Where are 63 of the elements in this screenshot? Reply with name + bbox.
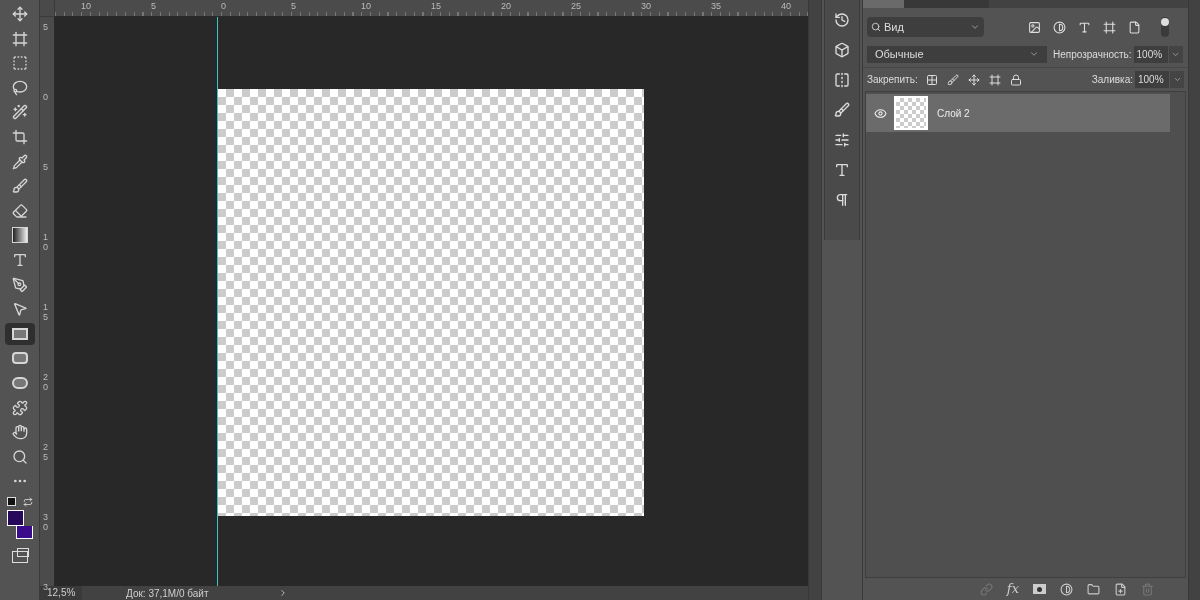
sliders-icon[interactable] xyxy=(834,132,850,148)
half-circle-icon[interactable] xyxy=(1053,20,1066,34)
ruler-label: 35 xyxy=(711,1,721,11)
brush-lock-icon[interactable] xyxy=(946,73,959,86)
foreground-color-swatch[interactable] xyxy=(6,509,24,526)
ruler-label: 0 xyxy=(221,1,226,11)
ruler-label: 30 xyxy=(43,512,49,532)
opacity-label: Непрозрачность: xyxy=(1053,47,1132,62)
type-icon[interactable] xyxy=(834,162,850,178)
type-icon[interactable] xyxy=(1078,20,1091,34)
mask-icon[interactable] xyxy=(1033,584,1046,594)
fill-label: Заливка: xyxy=(1091,73,1133,87)
eye-icon[interactable] xyxy=(873,106,887,120)
move-lock-icon[interactable] xyxy=(967,73,980,86)
image-icon[interactable] xyxy=(1028,20,1041,34)
ruler-label: 10 xyxy=(361,1,371,11)
ruler-label: 5 xyxy=(291,1,296,11)
file-icon[interactable] xyxy=(1128,20,1141,34)
history-icon[interactable] xyxy=(834,12,850,28)
layer-row[interactable]: Слой 2 xyxy=(866,94,1170,132)
pilcrow-icon[interactable] xyxy=(834,192,850,208)
chevron-right-icon[interactable] xyxy=(278,588,288,598)
lock-icon[interactable] xyxy=(1009,73,1022,86)
ruler-label: 10 xyxy=(43,232,49,252)
ruler-label: 30 xyxy=(641,1,651,11)
ruler-label: 15 xyxy=(43,302,49,322)
ruler-label: 5 xyxy=(43,162,49,172)
background-color-swatch[interactable] xyxy=(15,525,33,539)
ruler-label: 0 xyxy=(43,92,49,102)
half-circle-icon[interactable] xyxy=(1060,582,1073,596)
document-info: Док: 37,1M/0 байт xyxy=(126,586,210,600)
layer-name: Слой 2 xyxy=(937,106,970,121)
new-layer-icon[interactable] xyxy=(1114,582,1127,596)
ruler-label: 20 xyxy=(43,372,49,392)
layer-thumbnail xyxy=(894,96,928,130)
chevron-down-icon xyxy=(970,22,980,32)
checker-lock-icon[interactable] xyxy=(925,73,938,86)
effects-button[interactable]: fx xyxy=(1006,579,1019,599)
chevron-down-icon xyxy=(1029,49,1039,59)
ruler-label: 20 xyxy=(501,1,511,11)
search-icon xyxy=(871,22,881,32)
filter-toggle[interactable] xyxy=(1161,17,1169,37)
rectangle-icon[interactable] xyxy=(4,322,35,345)
ruler-label: 5 xyxy=(43,22,49,32)
ruler-label: 10 xyxy=(81,1,91,11)
flip-icon[interactable] xyxy=(834,72,850,88)
ruler-label: 15 xyxy=(431,1,441,11)
opacity-field[interactable]: 100% xyxy=(1133,45,1168,63)
ruler-label: 40 xyxy=(781,1,791,11)
fill-field[interactable]: 100% xyxy=(1135,71,1169,88)
ruler-label: 25 xyxy=(43,442,49,462)
lock-label: Закрепить: xyxy=(867,73,918,87)
folder-icon[interactable] xyxy=(1087,582,1100,596)
cube-icon[interactable] xyxy=(834,42,850,58)
brushes-icon[interactable] xyxy=(834,102,850,118)
ruler-label: 25 xyxy=(571,1,581,11)
swap-colors-icon[interactable] xyxy=(22,496,33,507)
ruler-label: 5 xyxy=(151,1,156,11)
default-colors-icon[interactable] xyxy=(6,496,16,506)
blend-mode-dropdown[interactable]: Обычные xyxy=(867,45,1047,63)
screen-mode-icon[interactable] xyxy=(11,550,28,563)
filter-dropdown[interactable]: Вид xyxy=(867,17,984,37)
chevron-down-icon xyxy=(1172,75,1182,84)
